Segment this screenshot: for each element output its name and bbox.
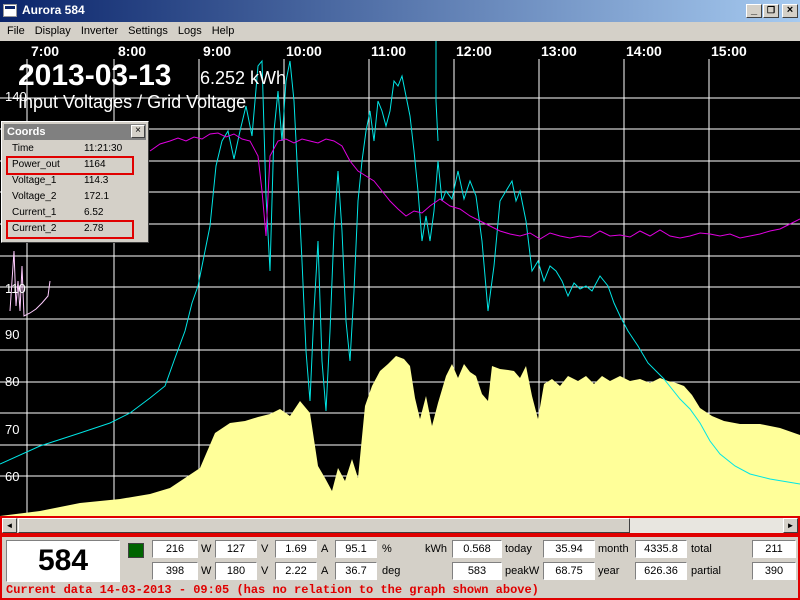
y-label-80: 80 (5, 374, 20, 389)
power-1-value: 216 (152, 540, 198, 558)
highlight-power-out (6, 156, 134, 175)
graph-energy: 6.252 kWh (200, 68, 287, 88)
close-button[interactable]: × (782, 4, 798, 18)
menu-settings[interactable]: Settings (123, 23, 173, 37)
temperature-unit: deg (382, 565, 401, 577)
total-value: 4335.8 (635, 540, 687, 558)
y-label-110: 110 (5, 281, 26, 296)
coords-key: Voltage_2 (12, 191, 57, 202)
coords-value: 172.1 (84, 191, 110, 202)
voltage-1-spike (435, 41, 439, 142)
highlight-current-2 (6, 220, 134, 239)
total-label: total (691, 543, 712, 555)
graph-subtitle: Input Voltages / Grid Voltage (18, 92, 247, 112)
y-label-70: 70 (5, 422, 20, 437)
coords-close-button[interactable]: × (131, 125, 145, 138)
title-bar: Aurora 584 _ ❐ × (0, 0, 800, 22)
partial-label: partial (691, 565, 721, 577)
minimize-button[interactable]: _ (746, 4, 762, 18)
coords-row-voltage-1: Voltage_1 114.3 (4, 173, 146, 189)
app-icon (3, 4, 17, 17)
time-label-7: 7:00 (31, 43, 60, 59)
efficiency-value: 95.1 (335, 540, 377, 558)
grid-voltage-line (149, 132, 800, 240)
voltage-1-value: 127 (215, 540, 257, 558)
partial-value: 626.36 (635, 562, 687, 580)
menu-logs[interactable]: Logs (173, 23, 207, 37)
coords-key: Time (12, 143, 34, 154)
coords-row-voltage-2: Voltage_2 172.1 (4, 189, 146, 205)
power-1-unit: W (201, 543, 212, 555)
temperature-value: 36.7 (335, 562, 377, 580)
window-title: Aurora 584 (22, 3, 85, 17)
coords-row-time: Time 11:21:30 (4, 141, 146, 157)
efficiency-unit: % (382, 543, 392, 555)
time-label-11: 11:00 (371, 43, 407, 59)
menu-bar: File Display Inverter Settings Logs Help (0, 22, 800, 41)
extra-value-1: 211 (752, 540, 796, 558)
inverter-id: 584 (6, 540, 120, 582)
year-value: 68.75 (543, 562, 595, 580)
coords-value: 6.52 (84, 207, 104, 218)
scrollbar-thumb[interactable] (18, 518, 630, 533)
extra-value-2: 390 (752, 562, 796, 580)
today-value: 0.568 (452, 540, 502, 558)
voltage-2-unit: V (261, 565, 269, 577)
current-2-value: 2.22 (275, 562, 317, 580)
year-label: year (598, 565, 620, 577)
current-2-unit: A (321, 565, 329, 577)
status-panel: 584 216 W 127 V 1.69 A 95.1 % kWh 0.568 … (0, 535, 800, 600)
time-label-8: 8:00 (118, 43, 147, 59)
coords-row-current-1: Current_1 6.52 (4, 205, 146, 221)
kwh-label: kWh (425, 543, 447, 555)
menu-display[interactable]: Display (30, 23, 76, 37)
time-label-12: 12:00 (456, 43, 492, 59)
coords-key: Current_1 (12, 207, 57, 218)
graph-area[interactable]: 7:00 8:00 9:00 10:00 11:00 12:00 13:00 1… (0, 41, 800, 516)
peak-value: 583 (452, 562, 502, 580)
restore-button[interactable]: ❐ (763, 4, 779, 18)
current-1-unit: A (321, 543, 329, 555)
voltage-2-value: 180 (215, 562, 257, 580)
scroll-left-button[interactable]: ◄ (2, 518, 17, 533)
time-label-9: 9:00 (203, 43, 232, 59)
y-label-90: 90 (5, 327, 20, 342)
menu-file[interactable]: File (2, 23, 30, 37)
current-1-value: 1.69 (275, 540, 317, 558)
menu-help[interactable]: Help (207, 23, 240, 37)
power-2-value: 398 (152, 562, 198, 580)
graph-date: 2013-03-13 (18, 59, 172, 92)
coords-title: Coords (4, 124, 146, 140)
time-label-10: 10:00 (286, 43, 322, 59)
coords-value: 11:21:30 (84, 143, 123, 154)
status-indicator (128, 543, 144, 558)
today-label: today (505, 543, 532, 555)
menu-inverter[interactable]: Inverter (76, 23, 123, 37)
power-output-area (0, 356, 800, 516)
scroll-right-button[interactable]: ► (783, 518, 798, 533)
month-label: month (598, 543, 629, 555)
horizontal-scrollbar[interactable]: ◄ ► (0, 516, 800, 535)
time-label-15: 15:00 (711, 43, 747, 59)
time-label-13: 13:00 (541, 43, 577, 59)
month-value: 35.94 (543, 540, 595, 558)
current-data-message: Current data 14-03-2013 - 09:05 (has no … (6, 583, 539, 597)
y-label-140: 140 (5, 89, 27, 104)
power-2-unit: W (201, 565, 212, 577)
y-label-60: 60 (5, 469, 20, 484)
coords-panel[interactable]: Coords × Time 11:21:30 Power_out 1164 Volt… (1, 121, 149, 243)
coords-key: Voltage_1 (12, 175, 57, 186)
coords-value: 114.3 (84, 175, 109, 186)
time-label-14: 14:00 (626, 43, 662, 59)
peak-label: peakW (505, 565, 540, 577)
voltage-1-unit: V (261, 543, 269, 555)
